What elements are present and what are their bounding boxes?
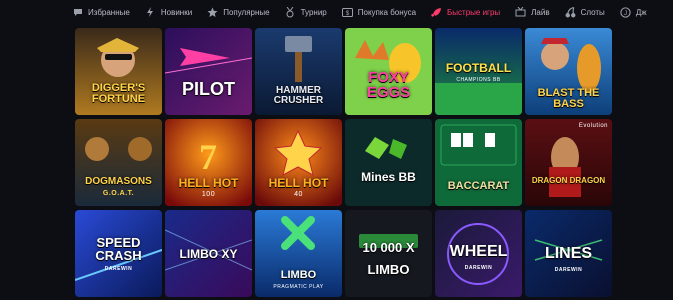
nav-item-favorites[interactable]: Избранные xyxy=(72,7,145,18)
nav-item-bonus-buy[interactable]: $ Покупка бонуса xyxy=(341,7,431,18)
game-tile-hammer-crusher[interactable]: HAMMER CRUSHER xyxy=(255,28,342,115)
game-subtitle: DAREWIN xyxy=(104,266,133,272)
game-title: HELL HOT xyxy=(268,176,329,190)
game-tile-mines-bb[interactable]: Mines BB xyxy=(345,119,432,206)
game-title: FOXY EGGS xyxy=(366,69,411,101)
game-title: PILOT xyxy=(182,79,235,99)
game-tile-dragon-dragon[interactable]: Evolution DRAGON DRAGON xyxy=(525,119,612,206)
game-tile-foxy-eggs[interactable]: FOXY EGGS xyxy=(345,28,432,115)
bonus-icon: $ xyxy=(341,7,353,18)
game-subtitle: 40 xyxy=(294,191,303,198)
game-subtitle: CHAMPIONS BB xyxy=(456,77,501,83)
category-nav: Избранные Новинки Популярные Турнир $ По… xyxy=(0,0,673,24)
nav-item-tournament[interactable]: Турнир xyxy=(285,6,342,18)
star-icon xyxy=(207,7,218,18)
game-subtitle: G.O.A.T. xyxy=(102,190,135,197)
game-provider: Evolution xyxy=(578,123,608,129)
svg-text:J: J xyxy=(624,10,627,17)
game-subtitle: PRAGMATIC PLAY xyxy=(273,284,324,290)
nav-label: Популярные xyxy=(223,7,270,17)
nav-label: Избранные xyxy=(88,7,130,17)
game-tile-hell-hot-40[interactable]: HELL HOT 40 xyxy=(255,119,342,206)
game-title: Mines BB xyxy=(361,170,416,184)
game-title: DOGMASONS xyxy=(85,176,152,187)
game-subtitle: 100 xyxy=(201,191,216,198)
nav-item-new[interactable]: Новинки xyxy=(145,7,207,18)
games-grid: DIGGER'S FORTUNE PILOT HAMMER CRUSHER FO… xyxy=(75,28,612,300)
game-title: DRAGON DRAGON xyxy=(531,176,606,185)
game-tile-wheel[interactable]: WHEEL DAREWIN xyxy=(435,210,522,297)
game-title: HELL HOT xyxy=(178,176,239,190)
game-tile-hell-hot-100[interactable]: 7 HELL HOT 100 xyxy=(165,119,252,206)
nav-label: Новинки xyxy=(160,7,193,17)
game-tile-lines[interactable]: LINES DAREWIN xyxy=(525,210,612,297)
nav-label: Лайв xyxy=(531,7,550,17)
rocket-icon xyxy=(431,7,442,18)
game-tile-football[interactable]: FOOTBALL CHAMPIONS BB xyxy=(435,28,522,115)
nav-item-slots[interactable]: Слоты xyxy=(565,6,620,18)
cherries-icon xyxy=(565,6,576,18)
game-tile-pilot[interactable]: PILOT xyxy=(165,28,252,115)
game-title: BACCARAT xyxy=(447,180,510,192)
nav-label: Слоты xyxy=(580,7,605,17)
game-tile-limbo-xy[interactable]: LIMBO XY xyxy=(165,210,252,297)
game-subtitle: DAREWIN xyxy=(554,267,583,273)
nav-item-jackpot[interactable]: J Дж xyxy=(620,6,662,18)
chat-bubble-icon xyxy=(72,7,83,18)
game-title: SPEED CRASH xyxy=(95,235,142,263)
nav-label: Покупка бонуса xyxy=(357,7,417,17)
live-icon xyxy=(515,7,526,18)
nav-item-popular[interactable]: Популярные xyxy=(207,7,284,18)
game-tile-10000x-limbo[interactable]: 10 000 X LIMBO xyxy=(345,210,432,297)
jackpot-icon: J xyxy=(620,6,631,18)
game-subtitle: DAREWIN xyxy=(464,265,493,271)
game-title: LIMBO xyxy=(280,269,317,281)
lightning-icon xyxy=(145,7,156,18)
game-tile-blast-the-bass[interactable]: BLAST THE BASS xyxy=(525,28,612,115)
svg-text:7: 7 xyxy=(199,137,217,177)
game-title: LINES xyxy=(544,245,593,262)
game-title: BLAST THE BASS xyxy=(537,87,600,110)
game-title: WHEEL xyxy=(449,243,508,260)
medal-icon xyxy=(285,6,296,18)
nav-label: Турнир xyxy=(300,7,327,17)
game-title: LIMBO XY xyxy=(179,247,238,261)
game-title: HAMMER CRUSHER xyxy=(273,85,324,106)
game-title: DIGGER'S FORTUNE xyxy=(91,82,146,105)
game-title: FOOTBALL xyxy=(445,61,512,75)
nav-item-live[interactable]: Лайв xyxy=(515,7,564,18)
game-tile-dogmasons[interactable]: DOGMASONS G.O.A.T. xyxy=(75,119,162,206)
game-tile-speed-crash[interactable]: SPEED CRASH DAREWIN xyxy=(75,210,162,297)
game-tile-limbo-pragmatic[interactable]: LIMBO PRAGMATIC PLAY xyxy=(255,210,342,297)
nav-item-fast-games[interactable]: Быстрые игры xyxy=(431,7,515,18)
nav-label: Быстрые игры xyxy=(447,7,501,17)
game-tile-diggers-fortune[interactable]: DIGGER'S FORTUNE xyxy=(75,28,162,115)
nav-label: Дж xyxy=(635,7,647,17)
game-title: 10 000 X LIMBO xyxy=(362,240,415,278)
game-tile-baccarat[interactable]: BACCARAT xyxy=(435,119,522,206)
